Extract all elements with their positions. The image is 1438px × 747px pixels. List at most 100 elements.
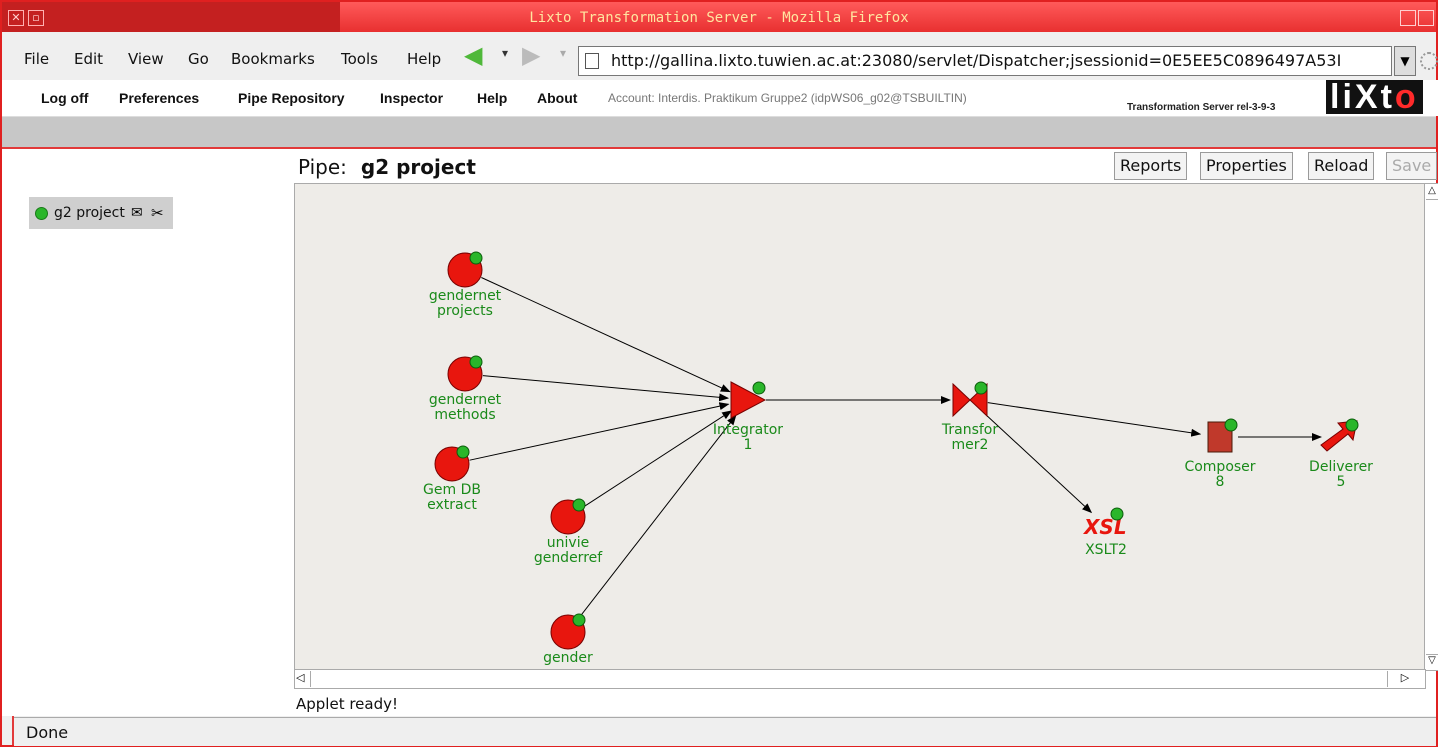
univie-genderref-status-icon (572, 498, 586, 512)
menu-file[interactable]: File (24, 50, 49, 68)
lixto-logo: liXto (1326, 80, 1438, 116)
node-univie-genderref[interactable]: univiegenderref (534, 498, 603, 566)
deliverer-5-status-icon (1345, 418, 1359, 432)
deliverer-5-sublabel: 5 (1337, 474, 1346, 490)
back-arrow-icon[interactable]: ◀ (464, 41, 482, 69)
save-button[interactable]: Save (1386, 152, 1438, 180)
gendernet-projects-status-icon (469, 251, 483, 265)
scroll-down-icon[interactable]: ▽ (1426, 654, 1438, 669)
menu-tools[interactable]: Tools (341, 50, 378, 68)
univie-genderref-label: univie (547, 535, 589, 551)
edge-gem-db-extract-to-integrator-1 (469, 402, 730, 461)
integrator-1-sublabel: 1 (744, 437, 753, 453)
scroll-up-icon[interactable]: △ (1426, 185, 1438, 200)
gendernet-methods-sublabel: methods (434, 407, 495, 423)
gendernet-projects-sublabel: projects (437, 303, 493, 319)
page-icon (585, 53, 599, 69)
app-navigation: Log off Preferences Pipe Repository Insp… (2, 80, 1438, 117)
page-title: Pipe: g2 project (298, 155, 476, 179)
composer-8-status-icon (1224, 418, 1238, 432)
url-bar[interactable]: http://gallina.lixto.tuwien.ac.at:23080/… (578, 46, 1392, 76)
pipe-graph[interactable]: gendernetprojectsgendernetmethodsGem DBe… (295, 184, 1425, 670)
maximize-icon[interactable] (1418, 10, 1434, 26)
url-dropdown-button[interactable]: ▼ (1394, 46, 1416, 76)
applet-status: Applet ready! (296, 695, 399, 713)
menu-go[interactable]: Go (188, 50, 209, 68)
forward-dropdown-icon[interactable]: ▾ (560, 46, 566, 60)
gendernet-methods-status-icon (469, 355, 483, 369)
composer-8-sublabel: 8 (1216, 474, 1225, 490)
gem-db-extract-status-icon (456, 445, 470, 459)
gem-db-extract-sublabel: extract (427, 497, 477, 513)
nav-pipe-repository[interactable]: Pipe Repository (238, 90, 345, 106)
back-dropdown-icon[interactable]: ▾ (502, 46, 508, 60)
sidebar-pipe-item[interactable]: g2 project ✉ ✂ (29, 197, 173, 229)
horizontal-scrollbar[interactable]: ◁ ▷ (294, 669, 1426, 689)
pipe-canvas[interactable]: gendernet projects gendernet methods Gem DB e… (294, 183, 1426, 671)
minimize-icon[interactable] (1400, 10, 1416, 26)
pipe-label: Pipe: (298, 155, 347, 179)
xslt-2-status-icon (1110, 507, 1124, 521)
release-info: Transformation Server rel-3-9-3 (1127, 102, 1276, 113)
status-bar: Done (14, 717, 1436, 746)
edge-gender-to-integrator-1 (578, 415, 737, 619)
window-title: Lixto Transformation Server - Mozilla Fi… (529, 10, 909, 26)
integrator-1-status-icon (752, 381, 766, 395)
url-text[interactable]: http://gallina.lixto.tuwien.ac.at:23080/… (611, 51, 1383, 70)
nav-about[interactable]: About (537, 90, 577, 106)
nav-help[interactable]: Help (477, 90, 507, 106)
node-xslt-2[interactable]: XSLXSLT2 (1082, 507, 1127, 558)
nav-log-off[interactable]: Log off (41, 90, 88, 106)
menu-bar: File Edit View Go Bookmarks Tools Help ◀… (2, 32, 1438, 81)
deliverer-5-label: Deliverer (1309, 459, 1373, 475)
gendernet-methods-label: gendernet (429, 392, 502, 408)
toolbar-band (2, 117, 1436, 149)
properties-button[interactable]: Properties (1200, 152, 1293, 180)
node-transformer-2[interactable]: Transformer2 (941, 381, 998, 453)
nav-preferences[interactable]: Preferences (119, 90, 199, 106)
scroll-left-icon[interactable]: ◁ (296, 671, 311, 687)
vertical-scrollbar[interactable]: △ ▽ (1424, 183, 1438, 671)
scroll-right-icon[interactable]: ▷ (1387, 671, 1422, 687)
menu-view[interactable]: View (128, 50, 164, 68)
title-bar: ✕ ▫ Lixto Transformation Server - Mozill… (2, 2, 1436, 32)
nav-inspector[interactable]: Inspector (380, 90, 443, 106)
transformer-2-label: Transfor (941, 422, 998, 438)
main-content: g2 project ✉ ✂ Pipe: g2 project Reports P… (2, 149, 1438, 716)
reload-button[interactable]: Reload (1308, 152, 1375, 180)
node-composer-8[interactable]: Composer8 (1184, 418, 1256, 490)
sidebar-pipe-label[interactable]: g2 project (54, 205, 125, 221)
gem-db-extract-label: Gem DB (423, 482, 481, 498)
gender-status-icon (572, 613, 586, 627)
gendernet-projects-label: gendernet (429, 288, 502, 304)
browser-window: ✕ ▫ Lixto Transformation Server - Mozill… (0, 0, 1438, 747)
menu-edit[interactable]: Edit (74, 50, 103, 68)
node-gem-db-extract[interactable]: Gem DBextract (423, 445, 481, 513)
menu-help[interactable]: Help (407, 50, 441, 68)
pipe-name: g2 project (360, 155, 476, 179)
menu-bookmarks[interactable]: Bookmarks (231, 50, 315, 68)
node-gendernet-methods[interactable]: gendernetmethods (429, 355, 502, 423)
forward-arrow-icon[interactable]: ▶ (522, 41, 540, 69)
edge-gendernet-methods-to-integrator-1 (482, 375, 730, 402)
status-ok-icon (35, 207, 48, 220)
node-gendernet-projects[interactable]: gendernetprojects (429, 251, 502, 319)
tools-icon[interactable]: ✂ (151, 204, 164, 222)
edge-transformer-2-to-xslt-2 (982, 411, 1093, 514)
univie-genderref-sublabel: genderref (534, 550, 603, 566)
reports-button[interactable]: Reports (1114, 152, 1188, 180)
edge-univie-genderref-to-integrator-1 (582, 410, 733, 508)
envelope-icon[interactable]: ✉ (131, 205, 143, 221)
transformer-2-sublabel: mer2 (952, 437, 989, 453)
node-integrator-1[interactable]: Integrator1 (713, 381, 783, 453)
edge-transformer-2-to-composer-8 (987, 402, 1202, 437)
gender-label: gender (543, 650, 593, 666)
transformer-2-status-icon (974, 381, 988, 395)
account-info: Account: Interdis. Praktikum Gruppe2 (id… (608, 91, 967, 105)
node-gender[interactable]: gender (543, 613, 593, 666)
node-deliverer-5[interactable]: Deliverer5 (1309, 418, 1373, 490)
status-text: Done (26, 723, 69, 742)
composer-8-label: Composer (1184, 459, 1255, 475)
throbber-icon (1420, 52, 1438, 70)
xslt-2-label: XSLT2 (1085, 542, 1127, 558)
